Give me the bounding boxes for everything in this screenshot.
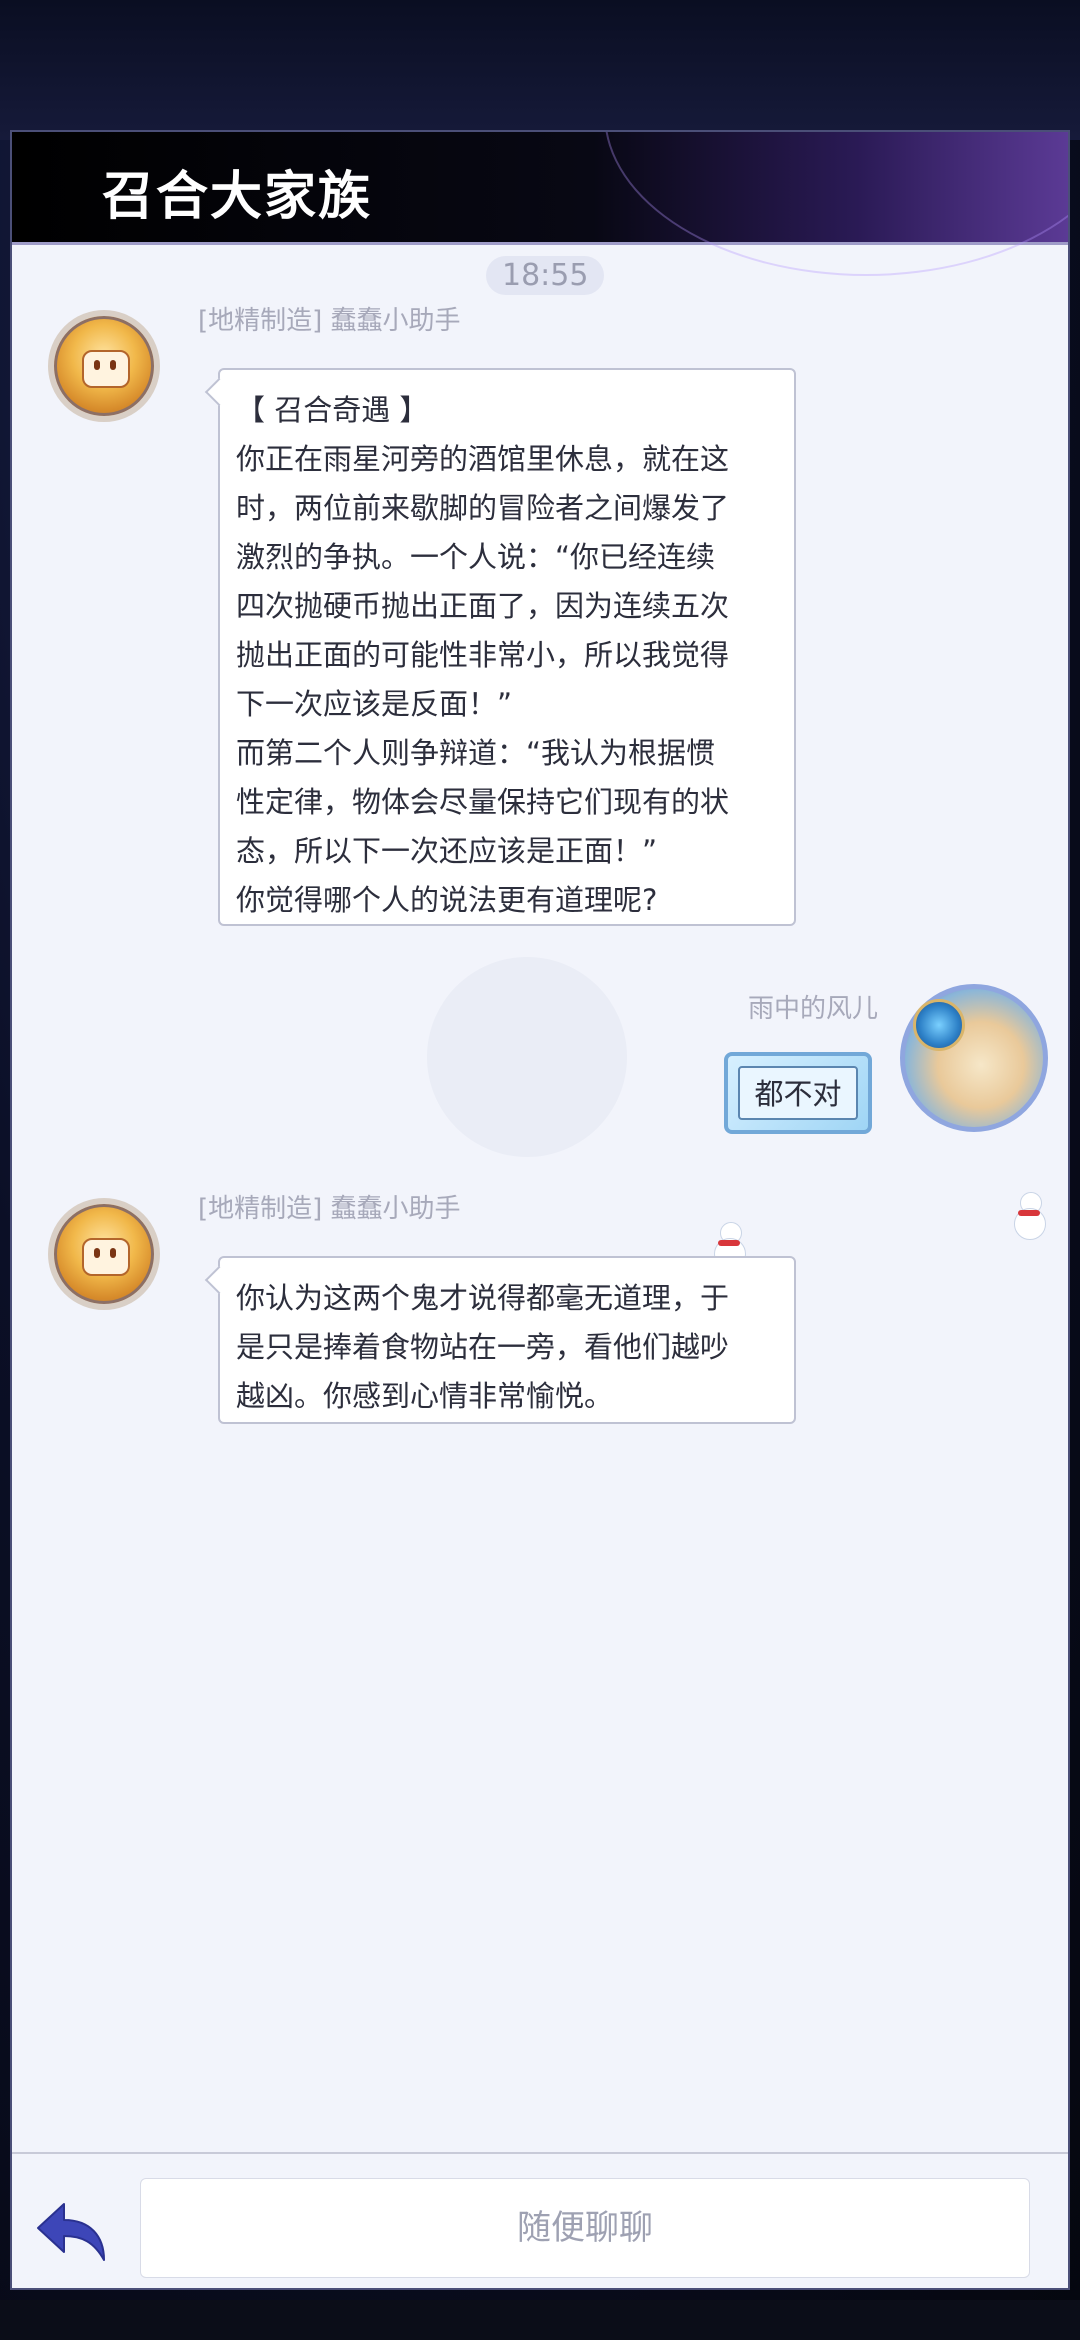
sender-name: [地精制造] 蠢蠢小助手 bbox=[198, 306, 461, 336]
message-line: 四次抛硬币抛出正面了，因为连续五次 bbox=[236, 589, 730, 623]
bubble-tail bbox=[204, 377, 234, 407]
bot-eye bbox=[110, 1248, 116, 1258]
gnome-robot-icon[interactable] bbox=[48, 1198, 160, 1310]
message-line: 你认为这两个鬼才说得都毫无道理，于 bbox=[236, 1281, 730, 1315]
message-line: 你正在雨星河旁的酒馆里休息，就在这 bbox=[236, 442, 730, 476]
message-line: 激烈的争执。一个人说：“你已经连续 bbox=[236, 540, 716, 574]
user-sender-name: 雨中的风儿 bbox=[748, 994, 879, 1024]
bot-eye bbox=[94, 1248, 100, 1258]
user-message-bubble: 都不对 bbox=[724, 1052, 872, 1134]
chat-input[interactable] bbox=[140, 2178, 1030, 2278]
user-message-text: 都不对 bbox=[738, 1066, 858, 1120]
chat-panel: 召合大家族 18:55 [地精制造] 蠢蠢小助手 【 召合奇遇 】 你正在雨星河… bbox=[10, 130, 1070, 2290]
message-line: 抛出正面的可能性非常小，所以我觉得 bbox=[236, 638, 730, 672]
chat-footer bbox=[12, 2152, 1068, 2288]
message-bubble: 你认为这两个鬼才说得都毫无道理，于 是只是捧着食物站在一旁，看他们越吵 越凶。你… bbox=[204, 1256, 796, 1424]
message-line: 下一次应该是反面！” bbox=[236, 687, 513, 721]
bot-eye bbox=[110, 360, 116, 370]
chat-header: 召合大家族 bbox=[12, 132, 1068, 276]
message-bubble: 【 召合奇遇 】 你正在雨星河旁的酒馆里休息，就在这 时，两位前来歇脚的冒险者之… bbox=[204, 368, 796, 926]
message-line: 【 召合奇遇 】 bbox=[236, 393, 429, 427]
bot-face bbox=[82, 1238, 130, 1276]
message-line: 性定律，物体会尽量保持它们现有的状 bbox=[236, 785, 730, 819]
page-title: 召合大家族 bbox=[102, 166, 373, 227]
snowman-decoration-icon bbox=[1012, 1192, 1046, 1240]
background-top bbox=[0, 0, 1080, 140]
message-line: 是只是捧着食物站在一旁，看他们越吵 bbox=[236, 1330, 730, 1364]
back-arrow-icon[interactable] bbox=[34, 2196, 114, 2266]
watermark bbox=[427, 957, 627, 1157]
background-bottom bbox=[0, 2300, 1080, 2340]
gnome-robot-icon[interactable] bbox=[48, 310, 160, 422]
avatar-gem-decoration bbox=[913, 999, 965, 1051]
message-line: 你觉得哪个人的说法更有道理呢? bbox=[236, 883, 658, 917]
bot-face bbox=[82, 350, 130, 388]
bubble-tail bbox=[204, 1265, 234, 1295]
sender-name: [地精制造] 蠢蠢小助手 bbox=[198, 1194, 461, 1224]
message-line: 越凶。你感到心情非常愉悦。 bbox=[236, 1379, 614, 1413]
message-timestamp: 18:55 bbox=[486, 256, 605, 295]
message-line: 而第二个人则争辩道：“我认为根据惯 bbox=[236, 736, 716, 770]
header-decoration bbox=[604, 132, 1068, 276]
user-hero-avatar-icon[interactable] bbox=[900, 984, 1048, 1132]
message-line: 态，所以下一次还应该是正面！” bbox=[236, 834, 658, 868]
message-line: 时，两位前来歇脚的冒险者之间爆发了 bbox=[236, 491, 730, 525]
bot-eye bbox=[94, 360, 100, 370]
